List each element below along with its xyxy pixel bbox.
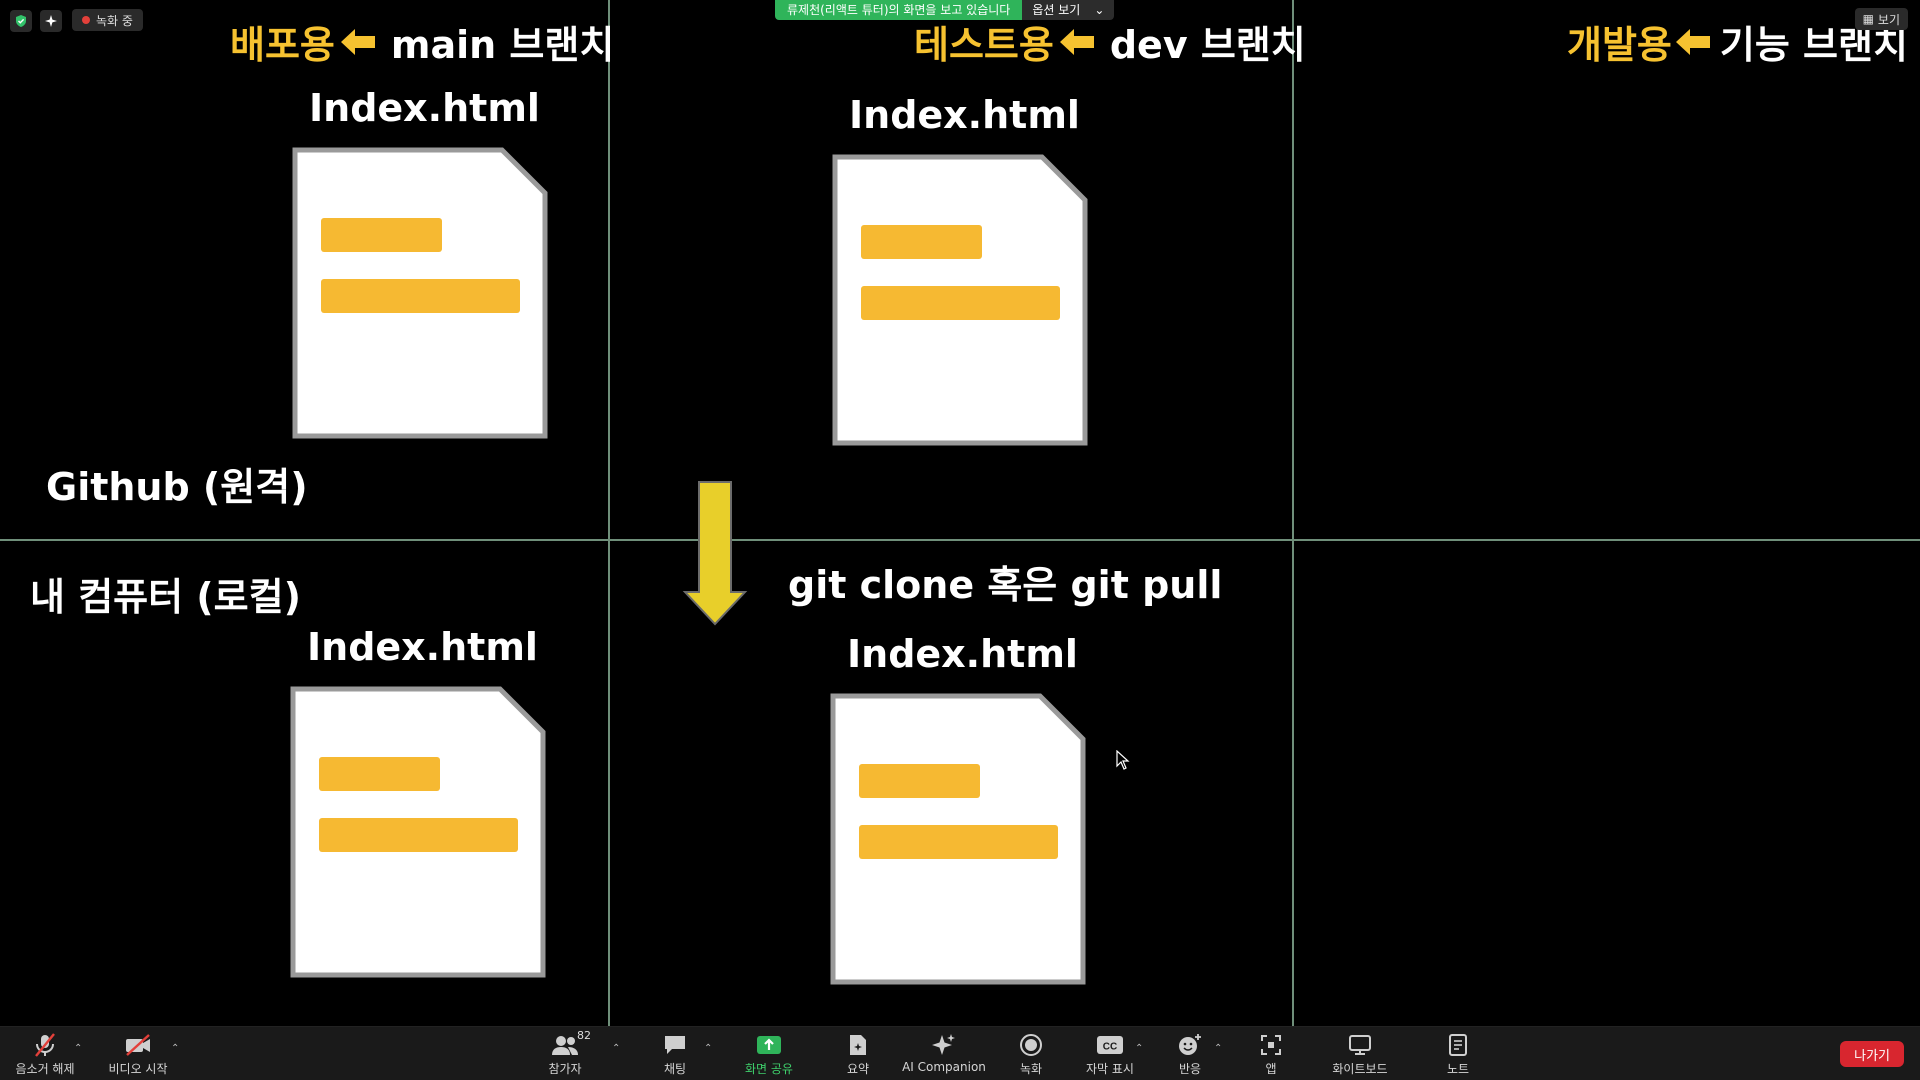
file-name: Index.html	[849, 93, 1080, 137]
share-screen-icon	[756, 1031, 782, 1059]
shared-screen: 배포용 main 브랜치 테스트용 dev 브랜치 개발용 기능 브랜치 Ind…	[0, 0, 1920, 1026]
leave-button[interactable]: 나가기	[1840, 1041, 1904, 1067]
file-name: Index.html	[309, 86, 540, 130]
participant-count: 82	[577, 1029, 591, 1042]
chat-bubble-icon	[663, 1031, 687, 1059]
view-options-button[interactable]: 옵션 보기 ⌄	[1022, 0, 1115, 20]
branch-kind: 개발용	[1567, 23, 1672, 67]
grid-icon: ▦	[1862, 12, 1874, 26]
branch-name: main 브랜치	[390, 23, 615, 67]
notes-button[interactable]: 노트	[1413, 1031, 1503, 1077]
ai-companion-label: AI Companion	[902, 1060, 986, 1074]
chat-label: 채팅	[663, 1062, 687, 1076]
summary-document-icon	[847, 1031, 869, 1059]
captions-label: 자막 표시	[1086, 1062, 1134, 1076]
participants-label: 참가자	[548, 1062, 582, 1076]
ai-sparkle-icon[interactable]	[40, 10, 62, 32]
left-arrow-icon	[1675, 28, 1710, 55]
recording-dot-icon	[82, 16, 90, 24]
start-video-button[interactable]: 비디오 시작	[93, 1031, 183, 1077]
viewing-message: 류제천(리액트 튜터)의 화면을 보고 있습니다	[775, 0, 1023, 20]
whiteboard-button[interactable]: 화이트보드	[1314, 1031, 1406, 1077]
unmute-label: 음소거 해제	[15, 1062, 75, 1076]
remote-label: Github (원격)	[46, 465, 308, 509]
notes-icon	[1448, 1031, 1468, 1059]
start-video-label: 비디오 시작	[108, 1062, 168, 1076]
branch-kind: 배포용	[230, 23, 335, 67]
column-divider	[608, 0, 610, 1026]
participants-button[interactable]: 82 참가자	[520, 1029, 610, 1077]
chevron-up-icon[interactable]: ⌃	[1135, 1043, 1143, 1054]
captions-icon-label: CC	[1103, 1042, 1117, 1053]
whiteboard-icon	[1348, 1031, 1372, 1059]
share-screen-label: 화면 공유	[745, 1062, 793, 1076]
apps-label: 앱	[1265, 1062, 1277, 1076]
notes-label: 노트	[1446, 1062, 1470, 1076]
branch-header-dev: 테스트용 dev 브랜치	[914, 14, 1306, 69]
chevron-up-icon[interactable]: ⌃	[171, 1043, 179, 1054]
ai-sparkle-icon	[931, 1031, 957, 1059]
record-icon	[1019, 1031, 1043, 1059]
apps-button[interactable]: 앱	[1226, 1031, 1316, 1077]
document-icon	[292, 147, 548, 439]
microphone-muted-icon	[32, 1031, 58, 1059]
view-button[interactable]: ▦ 보기	[1854, 8, 1908, 30]
chevron-up-icon[interactable]: ⌃	[704, 1043, 712, 1054]
ai-companion-button[interactable]: AI Companion	[899, 1031, 989, 1074]
closed-captions-icon: CC	[1096, 1031, 1124, 1059]
recording-indicator[interactable]: 녹화 중	[72, 9, 143, 31]
video-off-icon	[124, 1031, 152, 1059]
apps-icon	[1260, 1031, 1282, 1059]
mouse-cursor-icon	[1116, 750, 1130, 770]
security-shield-icon[interactable]	[10, 10, 32, 32]
view-options-label: 옵션 보기	[1032, 3, 1081, 17]
view-label: 보기	[1877, 12, 1900, 27]
captions-button[interactable]: CC 자막 표시	[1065, 1031, 1155, 1077]
record-button[interactable]: 녹화	[986, 1031, 1076, 1077]
recording-label: 녹화 중	[96, 13, 133, 28]
document-icon	[830, 693, 1086, 985]
chevron-up-icon[interactable]: ⌃	[1214, 1043, 1222, 1054]
branch-header-main: 배포용 main 브랜치	[230, 14, 614, 69]
share-screen-button[interactable]: 화면 공유	[724, 1031, 814, 1077]
row-divider	[0, 539, 1920, 541]
meeting-toolbar: 음소거 해제 ⌃ 비디오 시작 ⌃ 82 참가자 ⌃ 채팅 ⌃ 화면 공유 요약	[0, 1026, 1920, 1080]
branch-kind: 테스트용	[914, 23, 1054, 67]
document-icon	[832, 154, 1088, 446]
unmute-button[interactable]: 음소거 해제	[0, 1031, 90, 1077]
left-arrow-icon	[1059, 28, 1094, 55]
reactions-label: 반응	[1178, 1062, 1202, 1076]
viewing-banner: 류제천(리액트 튜터)의 화면을 보고 있습니다 옵션 보기 ⌄	[775, 0, 1115, 20]
chevron-up-icon[interactable]: ⌃	[74, 1043, 82, 1054]
local-label: 내 컴퓨터 (로컬)	[30, 575, 301, 619]
whiteboard-label: 화이트보드	[1332, 1062, 1388, 1076]
chevron-up-icon[interactable]: ⌃	[612, 1043, 620, 1054]
smiley-plus-icon	[1177, 1031, 1203, 1059]
summary-button[interactable]: 요약	[813, 1031, 903, 1077]
reactions-button[interactable]: 반응	[1145, 1031, 1235, 1077]
chevron-down-icon: ⌄	[1094, 3, 1105, 17]
file-name: Index.html	[847, 632, 1078, 676]
summary-label: 요약	[846, 1062, 870, 1076]
git-command-label: git clone 혹은 git pull	[788, 563, 1223, 607]
participants-icon: 82	[551, 1029, 591, 1059]
branch-name: dev 브랜치	[1109, 23, 1306, 67]
record-label: 녹화	[1019, 1062, 1043, 1076]
down-arrow-icon	[682, 481, 748, 626]
left-arrow-icon	[340, 28, 375, 55]
chat-button[interactable]: 채팅	[630, 1031, 720, 1077]
column-divider	[1292, 0, 1294, 1026]
file-name: Index.html	[307, 625, 538, 669]
document-icon	[290, 686, 546, 978]
